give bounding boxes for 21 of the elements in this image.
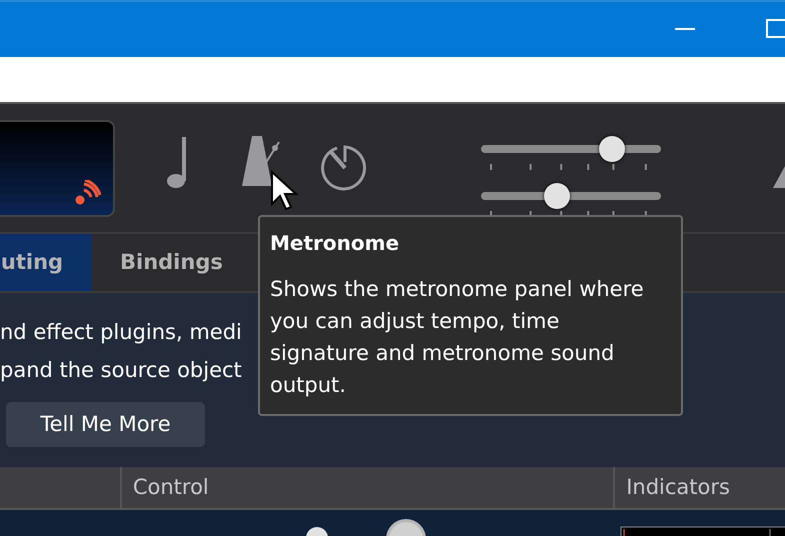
tooltip-text: Shows the metronome panel where you can adjust tempo, time signature and metronome sound output. [270, 276, 645, 399]
info-text: nd effect plugins, medi [0, 319, 242, 346]
tooltip-title: Metronome [270, 231, 400, 255]
toggle-knob-icon[interactable] [385, 518, 427, 536]
triangle-icon[interactable] [773, 166, 785, 188]
column-header: Indicators [625, 474, 731, 501]
info-text: pand the source object [0, 357, 242, 384]
dial-icon[interactable] [321, 144, 369, 192]
tell-me-more-button[interactable]: Tell Me More [6, 402, 205, 447]
rss-icon [75, 180, 101, 205]
slider-thumb[interactable] [544, 183, 570, 209]
note-icon[interactable] [166, 137, 188, 189]
maximize-icon[interactable] [766, 19, 785, 39]
minimize-icon[interactable] [675, 28, 695, 32]
slider-thumb[interactable] [599, 136, 626, 162]
tab[interactable]: uting [0, 234, 92, 291]
meter-icon [620, 526, 785, 536]
cursor-icon [270, 170, 298, 212]
slider-knob-icon[interactable] [305, 526, 329, 536]
tab[interactable]: Bindings [92, 234, 251, 291]
column-header: Control [122, 467, 616, 508]
